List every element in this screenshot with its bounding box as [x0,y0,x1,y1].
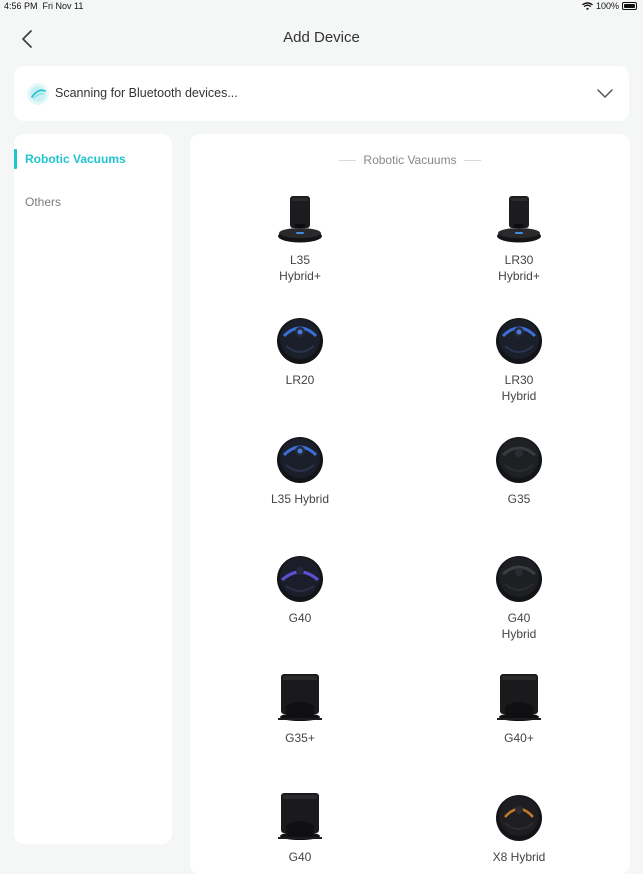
device-name: L35 Hybrid [270,492,330,506]
divider-line [339,159,357,161]
status-time-text: 4:56 PM [4,1,38,11]
active-indicator [14,149,17,169]
robot-vacuum-icon [496,318,542,364]
bluetooth-scan-card[interactable]: Scanning for Bluetooth devices... [14,66,629,121]
device-x8-hybrid[interactable]: X8 Hybrid [449,789,589,865]
device-g35-plus[interactable]: G35+ [230,670,370,746]
device-l35-hybrid[interactable]: L35 Hybrid [230,431,370,507]
sidebar-item-label: Robotic Vacuums [25,152,126,166]
device-list-panel: Robotic Vacuums L35 Hybrid+ LR30 Hybrid+ [190,134,630,874]
sidebar-item-robotic-vacuums[interactable]: Robotic Vacuums [14,148,172,170]
device-g40[interactable]: G40 [230,550,370,626]
device-name: G40 [288,611,312,625]
sidebar-item-others[interactable]: Others [14,191,172,213]
category-sidebar: Robotic Vacuums Others [14,134,172,844]
page-title: Add Device [283,29,360,46]
device-g40-plus[interactable]: G40+ [449,670,589,746]
status-date-text: Fri Nov 11 [42,1,84,11]
status-right: 100% [582,1,637,11]
bluetooth-scan-icon [27,83,49,105]
scan-status-text: Scanning for Bluetooth devices... [55,86,238,100]
robot-vacuum-icon [277,437,323,483]
device-name: G40+ [504,731,534,745]
dock-station-icon [278,674,322,721]
robot-vacuum-icon [277,556,323,602]
wifi-icon [582,2,593,10]
station-robot-icon [278,196,322,243]
robot-vacuum-icon [496,437,542,483]
device-name: LR30 Hybrid+ [498,253,540,283]
device-g40-hybrid[interactable]: G40 Hybrid [449,550,589,642]
robot-vacuum-icon [496,795,542,841]
dock-station-icon [278,793,322,840]
dock-station-icon [497,674,541,721]
device-l35-hybrid-plus[interactable]: L35 Hybrid+ [230,192,370,284]
device-name: G35 [507,492,531,506]
robot-vacuum-icon [277,318,323,364]
device-lr30-hybrid-plus[interactable]: LR30 Hybrid+ [449,192,589,284]
device-name: G35+ [285,731,315,745]
device-name: LR20 [285,373,315,387]
device-name: X8 Hybrid [492,850,546,864]
section-header: Robotic Vacuums [190,152,630,168]
device-name: G40 Hybrid [501,611,537,641]
divider-line [463,159,481,161]
device-g40-station[interactable]: G40 [230,789,370,865]
device-name: L35 Hybrid+ [279,253,321,283]
status-time: 4:56 PM Fri Nov 11 [4,1,83,11]
device-name: LR30 Hybrid [501,373,537,403]
battery-percent: 100% [595,1,619,11]
navigation-bar: Add Device [0,20,643,56]
device-lr20[interactable]: LR20 [230,312,370,388]
battery-icon [622,2,637,10]
station-robot-icon [497,196,541,243]
robot-vacuum-icon [496,556,542,602]
sidebar-item-label: Others [25,195,62,209]
status-bar: 4:56 PM Fri Nov 11 100% [0,0,643,14]
section-title: Robotic Vacuums [363,153,457,167]
device-lr30-hybrid[interactable]: LR30 Hybrid [449,312,589,404]
device-name: G40 [288,850,312,864]
device-g35[interactable]: G35 [449,431,589,507]
chevron-down-icon[interactable] [597,87,613,99]
